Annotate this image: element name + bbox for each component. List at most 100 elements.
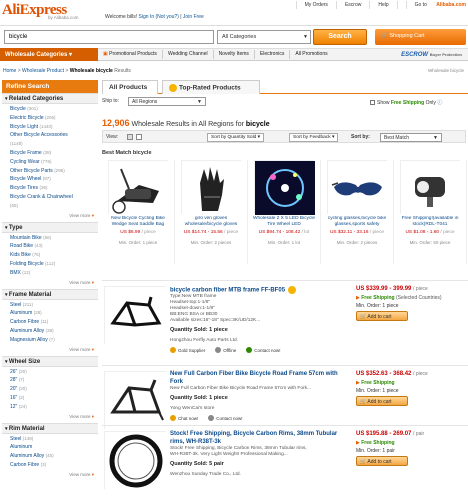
- sidebar-section-heading[interactable]: Wheel Size: [2, 355, 98, 367]
- escrow-link[interactable]: Escrow: [335, 1, 369, 9]
- listing-image[interactable]: [104, 431, 167, 490]
- seller-badge[interactable]: Chat now!: [170, 415, 198, 421]
- search-input[interactable]: bicycle: [4, 30, 214, 44]
- listing-title-link[interactable]: Stock! Free Shipping, Bicycle Carbon Rim…: [170, 431, 340, 446]
- product-title-link[interactable]: New Bicycle Cycling Bike Wedge Seat Sadd…: [104, 216, 172, 229]
- sort-select[interactable]: Best Match ▼: [380, 133, 442, 142]
- sidebar-item[interactable]: 28" (7): [10, 377, 90, 386]
- sidebar-item[interactable]: Bicycle Tires (36): [10, 185, 90, 194]
- help-link[interactable]: Help: [369, 1, 396, 9]
- escrow-badge[interactable]: ESCROW Buyer Protection: [401, 52, 468, 58]
- sidebar-section-heading[interactable]: Frame Material: [2, 288, 98, 300]
- best-match-item[interactable]: cycling glasses,bicycle bike glasses,spo…: [321, 160, 394, 264]
- breadcrumb-home[interactable]: Home: [3, 68, 16, 74]
- view-more-link[interactable]: View more ▾: [2, 347, 98, 356]
- sidebar-item[interactable]: Electric Bicycle (205): [10, 115, 90, 124]
- sidebar-section-heading[interactable]: Related Categories: [2, 93, 98, 104]
- best-match-item[interactable]: Free Shipping!(available in stock)RDL-T0…: [394, 160, 467, 264]
- nav-promotional-products[interactable]: ▣ Promotional Products: [98, 50, 163, 59]
- my-orders-link[interactable]: My Orders: [295, 1, 336, 9]
- nav-novelty-items[interactable]: Novelty Items: [214, 50, 255, 59]
- sidebar-item[interactable]: 26" (20): [10, 369, 90, 378]
- product-title-link[interactable]: cycling glasses,bicycle bike glasses,spo…: [323, 216, 391, 229]
- product-image[interactable]: [327, 160, 388, 215]
- ship-region-select[interactable]: All Regions ▼: [128, 97, 206, 106]
- category-select[interactable]: All Categories ▼: [217, 30, 311, 44]
- best-match-item[interactable]: Wholesale 2 X 5 LED Bicycle Tire Wheel L…: [248, 160, 321, 264]
- sign-in-link[interactable]: Sign In: [139, 14, 155, 20]
- listing-image[interactable]: [104, 371, 167, 430]
- join-free-link[interactable]: Join Free: [183, 14, 204, 20]
- product-title-link[interactable]: giro ven gloves wholesale/bicycle gloves: [177, 216, 245, 229]
- search-button[interactable]: Search: [313, 29, 367, 45]
- tab-all-products[interactable]: All Products: [102, 80, 158, 94]
- nav-electronics[interactable]: Electronics: [255, 50, 291, 59]
- goto-label[interactable]: Go to Alibaba.com: [396, 1, 468, 9]
- sidebar-item[interactable]: Magnesium Alloy (7): [10, 337, 90, 346]
- sidebar-item[interactable]: Bicycle Wheel (97): [10, 176, 90, 185]
- sort-quantity-button[interactable]: Sort by Quantity Sold ▾: [207, 133, 265, 142]
- add-to-cart-button[interactable]: 🛒 Add to cart: [356, 396, 408, 406]
- best-match-item[interactable]: New Bicycle Cycling Bike Wedge Seat Sadd…: [102, 160, 175, 264]
- sidebar-item[interactable]: BMX (12): [10, 270, 90, 279]
- seller-name-link[interactable]: Yong WenCai's store: [170, 406, 214, 411]
- free-shipping-checkbox[interactable]: [370, 100, 375, 106]
- sidebar-section-heading[interactable]: Type: [2, 221, 98, 233]
- best-match-item[interactable]: giro ven gloves wholesale/bicycle gloves…: [175, 160, 248, 264]
- sidebar-item[interactable]: Bicycle Crank & Chainwheel: [10, 194, 90, 203]
- sidebar-item[interactable]: Steel (148): [10, 436, 90, 445]
- sidebar-item[interactable]: Cycling Wear (776): [10, 159, 90, 168]
- sidebar-item[interactable]: 16" (2): [10, 395, 90, 404]
- grid-view-icon[interactable]: [136, 134, 142, 140]
- seller-name-link[interactable]: Wenzhou Sunday Trade Co., Ltd.: [170, 472, 241, 477]
- sidebar-item[interactable]: Carbon Fibre (11): [10, 319, 90, 328]
- sidebar-item[interactable]: Bicycle Light (1440): [10, 124, 90, 133]
- sidebar-item[interactable]: Mountain Bike (56): [10, 235, 90, 244]
- sidebar-section-heading[interactable]: Rim Material: [2, 422, 98, 434]
- free-shipping-filter[interactable]: Show Free Shipping Only ⓘ: [370, 99, 442, 106]
- product-image[interactable]: [108, 160, 169, 215]
- sidebar-item[interactable]: Other Bicycle Parts (295): [10, 168, 90, 177]
- sidebar-item[interactable]: Bicycle Frame (38): [10, 150, 90, 159]
- nav-wedding-channel[interactable]: Wedding Channel: [163, 50, 214, 59]
- sidebar-item[interactable]: (65): [10, 203, 90, 212]
- view-more-link[interactable]: View more ▾: [2, 280, 98, 289]
- listing-image[interactable]: [104, 286, 167, 345]
- sidebar-item[interactable]: Other Bicycle Accessories: [10, 132, 90, 141]
- sidebar-item[interactable]: Bicycle (301): [10, 106, 90, 115]
- list-view-icon[interactable]: [127, 134, 133, 140]
- seller-badge[interactable]: Gold Supplier: [170, 347, 205, 353]
- listing-title-link[interactable]: New Full Carbon Fiber Bike Bicycle Road …: [170, 371, 340, 386]
- sort-feedback-button[interactable]: Sort by Feedback ▾: [289, 133, 339, 142]
- sidebar-item[interactable]: Road Bike (43): [10, 243, 90, 252]
- sidebar-item[interactable]: Steel (211): [10, 302, 90, 311]
- product-image[interactable]: [400, 160, 461, 215]
- tab-top-rated[interactable]: Top-Rated Products: [162, 80, 260, 94]
- nav-all-promotions[interactable]: All Promotions: [290, 50, 332, 59]
- seller-name-link[interactable]: Hongzhou Ferfly Auto Parts Ltd.: [170, 338, 238, 343]
- seller-badge[interactable]: Contact now!: [246, 347, 280, 353]
- view-more-link[interactable]: View more ▾: [2, 472, 98, 481]
- seller-badge[interactable]: Contact now!: [208, 415, 243, 421]
- shopping-cart-button[interactable]: 🛒 Shopping Cart: [375, 29, 466, 45]
- breadcrumb-wholesale[interactable]: Wholesale Product: [22, 68, 64, 74]
- sidebar-item[interactable]: 20" (20): [10, 386, 90, 395]
- sidebar-item[interactable]: (1148): [10, 141, 90, 150]
- product-image[interactable]: [254, 160, 315, 215]
- product-image[interactable]: [181, 160, 242, 215]
- sidebar-item[interactable]: Aluminum (28): [10, 310, 90, 319]
- sidebar-item[interactable]: Kids Bike (76): [10, 252, 90, 261]
- wholesale-categories-menu[interactable]: Wholesale Categories ▾: [0, 48, 98, 61]
- not-you-link[interactable]: (Not you?): [156, 14, 179, 20]
- sidebar-item[interactable]: Aluminum Alloy (45): [10, 453, 90, 462]
- seller-badge[interactable]: Offline: [215, 347, 236, 353]
- add-to-cart-button[interactable]: 🛒 Add to cart: [356, 311, 408, 321]
- alibaba-link[interactable]: Alibaba.com: [436, 2, 466, 8]
- add-to-cart-button[interactable]: 🛒 Add to cart: [356, 456, 408, 466]
- sidebar-item[interactable]: 12" (24): [10, 404, 90, 413]
- product-title-link[interactable]: Wholesale 2 X 5 LED Bicycle Tire Wheel L…: [250, 216, 318, 229]
- sidebar-item[interactable]: Folding Bicycle (112): [10, 261, 90, 270]
- view-more-link[interactable]: View more ▾: [2, 213, 98, 222]
- sidebar-item[interactable]: Aluminum: [10, 444, 90, 453]
- product-title-link[interactable]: Free Shipping!(available in stock)RDL-T0…: [396, 216, 464, 229]
